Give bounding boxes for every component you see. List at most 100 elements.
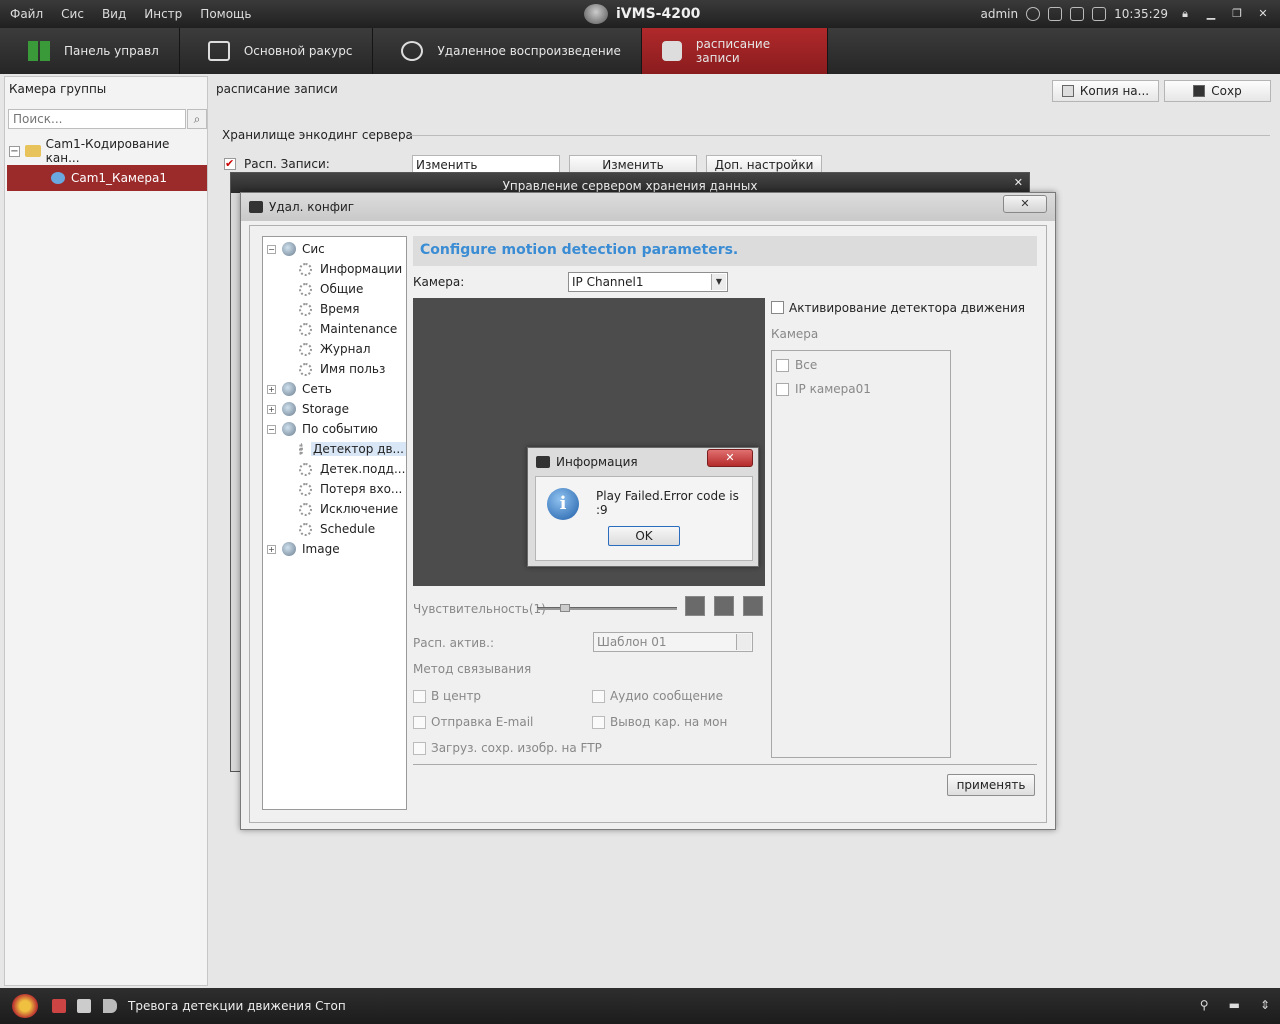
tree-node[interactable]: Имя польз [263,359,406,379]
apply-button[interactable]: применять [947,774,1035,796]
menu-system[interactable]: Сис [51,0,92,28]
app-title: iVMS-4200 [584,4,700,24]
sensitivity-slider[interactable] [537,607,677,610]
checkbox[interactable] [413,715,426,729]
search-icon[interactable]: ⌕ [187,109,207,129]
slider-handle[interactable] [560,604,570,612]
expand-icon[interactable]: ⇕ [1260,998,1270,1012]
chevron-down-icon[interactable]: ▼ [711,274,726,290]
draw-area-button[interactable] [685,596,705,616]
audio-warning-option[interactable]: Аудио сообщение [592,688,723,704]
alarm-warning-icon[interactable] [12,994,38,1018]
checkbox[interactable] [592,715,605,729]
close-button[interactable]: ✕ [1003,195,1047,213]
lock-icon[interactable]: 🔒︎ [1176,6,1194,22]
collapse-icon[interactable]: − [267,244,276,254]
send-email-option[interactable]: Отправка E-mail [413,714,533,730]
tree-node[interactable]: Schedule [263,519,406,539]
collapse-icon[interactable]: − [9,145,20,157]
list-item[interactable]: IP камера01 [776,379,871,399]
menu-file[interactable]: Файл [0,0,51,28]
tree-node[interactable]: + Сеть [263,379,406,399]
delete-icon[interactable] [743,596,763,616]
status-message: Тревога детекции движения Стоп [128,999,346,1013]
tree-node[interactable]: Время [263,299,406,319]
dialog-title: Удал. конфиг [269,200,355,214]
panel-header: Configure motion detection parameters. [413,236,1037,266]
alarm-image-icon[interactable] [77,999,91,1013]
tree-node-label: Журнал [320,342,371,356]
user-name[interactable]: admin [980,7,1018,21]
expand-icon[interactable]: + [267,404,276,414]
expand-icon[interactable]: + [267,544,276,554]
tree-node[interactable]: Журнал [263,339,406,359]
tab-control-panel[interactable]: Панель управл [0,28,180,74]
checkbox[interactable] [776,358,789,372]
copy-icon [1061,85,1074,97]
clock: 10:35:29 [1114,7,1168,21]
chevron-down-icon[interactable] [736,634,751,650]
ok-button[interactable]: OK [608,526,680,546]
status-tools: ⚲ ▬ ⇕ [1200,998,1270,1012]
network-icon[interactable] [1092,7,1107,21]
tree-node[interactable]: Исключение [263,499,406,519]
window-icon[interactable]: ▬ [1229,998,1240,1012]
restore-icon[interactable]: ❐ [1228,6,1246,22]
camera-select[interactable]: IP Channel1 ▼ [568,272,728,292]
checkbox[interactable] [413,741,426,755]
menu-tools[interactable]: Инстр [134,0,190,28]
record-schedule-checkbox[interactable]: ✔ [224,158,236,170]
tree-node[interactable]: − По событию [263,419,406,439]
copy-to-button[interactable]: Копия на... [1052,80,1159,102]
tree-node[interactable]: Информации [263,259,406,279]
notify-center-option[interactable]: В центр [413,688,481,704]
ftp-upload-option[interactable]: Загруз. сохр. изобр. на FTP [413,740,602,756]
arming-schedule-select[interactable]: Шаблон 01 [593,632,753,652]
close-button[interactable]: ✕ [707,449,753,467]
checkbox[interactable] [413,689,426,703]
search-input[interactable] [8,109,186,129]
camera-icon [249,201,263,213]
list-item[interactable]: Все [776,355,817,375]
tree-node[interactable]: Maintenance [263,319,406,339]
gear-icon [299,302,312,316]
checkbox[interactable] [776,382,789,396]
record-schedule-label: Расп. Записи: [244,157,330,171]
close-icon[interactable]: ✕ [1014,176,1023,189]
tree-node[interactable]: + Image [263,539,406,559]
camera-label: Камера: [413,275,465,289]
checkbox[interactable] [592,689,605,703]
tree-node[interactable]: + Storage [263,399,406,419]
tree-node[interactable]: Детектор дв... [263,439,406,459]
keyboard-icon[interactable] [1048,7,1063,21]
monitor-output-option[interactable]: Вывод кар. на мон [592,714,727,730]
collapse-icon[interactable]: − [267,424,276,434]
refresh-icon[interactable] [714,596,734,616]
menu-view[interactable]: Вид [92,0,134,28]
tree-group-node[interactable]: − Cam1-Кодирование кан... [9,137,205,165]
pin-icon[interactable]: ⚲ [1200,998,1209,1012]
sound-icon[interactable] [103,999,117,1013]
tab-record-schedule[interactable]: расписание записи [641,28,828,74]
storage-section-label: Хранилище энкодинг сервера [222,128,413,142]
motion-detection-checkbox[interactable] [771,301,784,314]
expand-icon[interactable]: + [267,384,276,394]
alarm-record-icon[interactable] [52,999,66,1013]
tree-node[interactable]: Потеря вхо... [263,479,406,499]
tree-node[interactable]: Общие [263,279,406,299]
tab-label: Основной ракурс [243,44,353,58]
tree-node[interactable]: − Сис [263,239,406,259]
menu-help[interactable]: Помощь [190,0,259,28]
save-button[interactable]: Сохр [1164,80,1271,102]
tab-remote-playback[interactable]: Удаленное воспроизведение [373,28,642,74]
cpu-icon[interactable] [1070,7,1085,21]
close-icon[interactable]: ✕ [1254,6,1272,22]
tray: admin 10:35:29 🔒︎ ▁ ❐ ✕ [980,0,1272,28]
globe-icon[interactable] [1026,7,1041,21]
tree-node[interactable]: Детек.подд... [263,459,406,479]
tab-main-view[interactable]: Основной ракурс [180,28,374,74]
tree-camera-node[interactable]: Cam1_Камера1 [7,165,207,191]
tree-node-label: Maintenance [320,322,398,336]
minimize-icon[interactable]: ▁ [1202,6,1220,22]
tab-label: Удаленное воспроизведение [437,44,621,58]
